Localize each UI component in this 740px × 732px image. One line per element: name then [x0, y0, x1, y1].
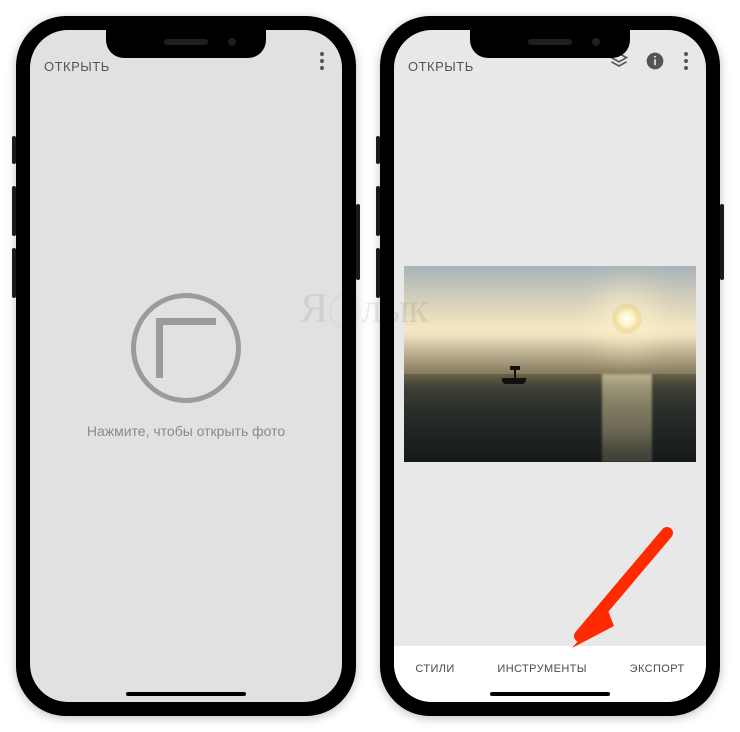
- more-vert-icon[interactable]: [316, 48, 328, 74]
- notch: [470, 30, 630, 58]
- photo-sea: [404, 374, 696, 462]
- add-photo-button[interactable]: [131, 293, 241, 403]
- screenshot-stage: ОТКРЫТЬ Нажмите, чтобы открыть фото: [0, 0, 740, 732]
- home-indicator[interactable]: [490, 692, 610, 696]
- empty-hint-text: Нажмите, чтобы открыть фото: [87, 423, 285, 439]
- header-actions: [316, 48, 328, 74]
- volume-down-button: [376, 248, 380, 298]
- tab-tools[interactable]: ИНСТРУМЕНТЫ: [497, 663, 587, 675]
- photo-canvas[interactable]: [394, 82, 706, 646]
- tab-export[interactable]: ЭКСПОРТ: [630, 663, 685, 675]
- photo-preview: [404, 266, 696, 462]
- front-camera: [592, 38, 600, 46]
- phone-mockup-left: ОТКРЫТЬ Нажмите, чтобы открыть фото: [16, 16, 356, 716]
- photo-boat: [502, 366, 530, 384]
- open-button[interactable]: ОТКРЫТЬ: [44, 59, 110, 74]
- info-icon[interactable]: [644, 50, 666, 72]
- volume-up-button: [12, 186, 16, 236]
- power-button: [720, 204, 724, 280]
- tab-styles[interactable]: СТИЛИ: [415, 663, 454, 675]
- volume-up-button: [376, 186, 380, 236]
- silence-switch: [12, 136, 16, 164]
- photo-sun-reflection: [602, 374, 652, 462]
- home-indicator[interactable]: [126, 692, 246, 696]
- more-vert-icon[interactable]: [680, 48, 692, 74]
- open-button[interactable]: ОТКРЫТЬ: [408, 59, 474, 74]
- screen-right: ОТКРЫТЬ: [394, 30, 706, 702]
- volume-down-button: [12, 248, 16, 298]
- speaker-slot: [164, 39, 208, 45]
- empty-state: Нажмите, чтобы открыть фото: [30, 30, 342, 702]
- plus-icon: [156, 318, 216, 378]
- speaker-slot: [528, 39, 572, 45]
- photo-sun: [612, 304, 642, 334]
- phone-mockup-right: ОТКРЫТЬ: [380, 16, 720, 716]
- photo-sky: [404, 266, 696, 374]
- front-camera: [228, 38, 236, 46]
- notch: [106, 30, 266, 58]
- silence-switch: [376, 136, 380, 164]
- screen-left: ОТКРЫТЬ Нажмите, чтобы открыть фото: [30, 30, 342, 702]
- power-button: [356, 204, 360, 280]
